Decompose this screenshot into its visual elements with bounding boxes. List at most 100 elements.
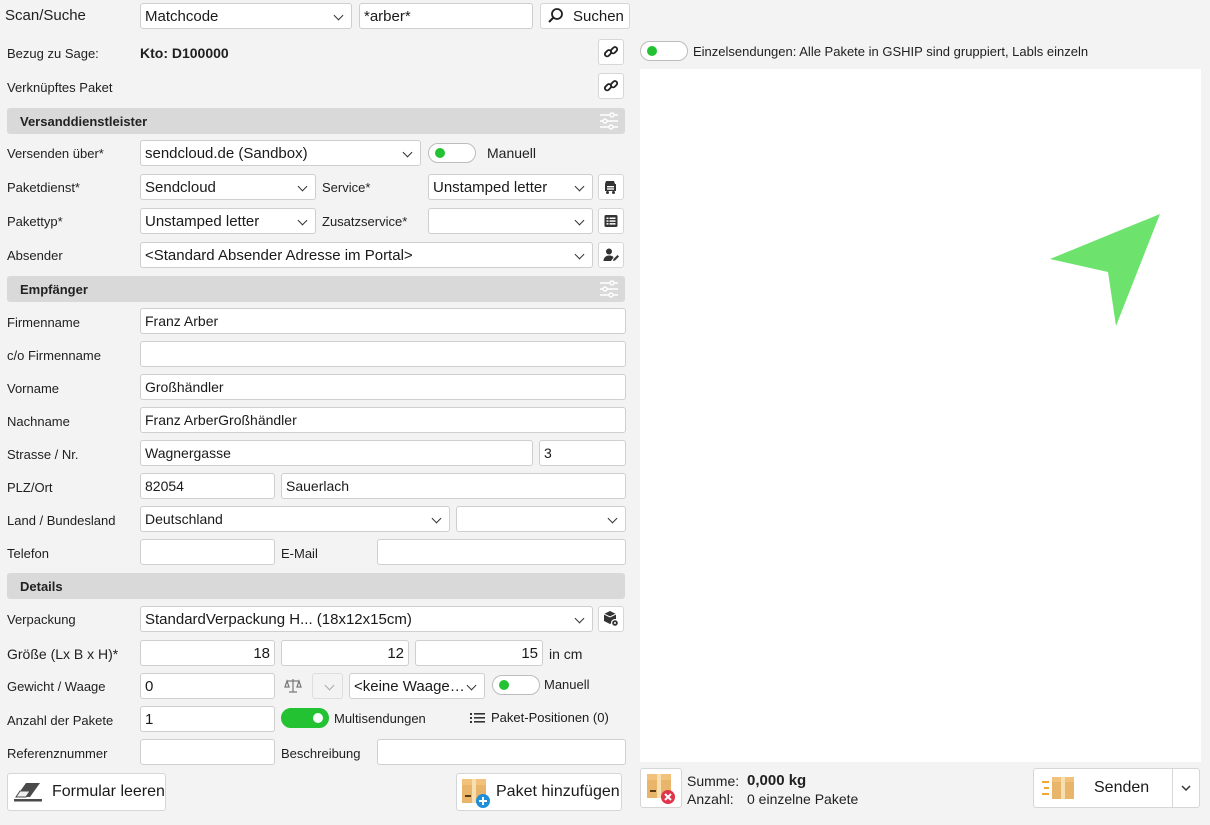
house-number-input[interactable]: 3 bbox=[539, 440, 626, 466]
truck-icon bbox=[605, 181, 616, 194]
carrier-section-header: Versanddienstleister bbox=[7, 108, 625, 134]
search-button-label: Suchen bbox=[573, 7, 624, 25]
add-package-label: Paket hinzufügen bbox=[496, 783, 620, 800]
add-package-button[interactable]: Paket hinzufügen bbox=[456, 773, 622, 811]
details-section-title: Details bbox=[20, 578, 63, 594]
link-icon bbox=[603, 80, 619, 92]
country-select[interactable]: Deutschland bbox=[140, 506, 450, 532]
carrier-section-title: Versanddienstleister bbox=[20, 113, 148, 129]
send-options-dropdown[interactable] bbox=[1172, 768, 1200, 808]
packaging-select[interactable]: StandardVerpackung H... (18x12x15cm) bbox=[140, 606, 593, 632]
sliders-icon[interactable] bbox=[599, 280, 619, 298]
sliders-icon[interactable] bbox=[599, 112, 619, 130]
company-input[interactable]: Franz Arber bbox=[140, 308, 626, 334]
manual-carrier-toggle[interactable] bbox=[428, 143, 476, 163]
package-positions-label: Paket-Positionen (0) bbox=[491, 710, 609, 725]
co-company-label: c/o Firmenname bbox=[7, 348, 101, 363]
single-shipments-label: Einzelsendungen: Alle Pakete in GSHIP si… bbox=[693, 44, 1089, 59]
send-button[interactable]: Senden bbox=[1033, 768, 1173, 808]
length-input[interactable]: 18 bbox=[140, 640, 275, 666]
count-label: Anzahl: bbox=[687, 791, 734, 807]
search-input[interactable]: *arber* bbox=[359, 3, 533, 29]
service-options-button[interactable] bbox=[598, 174, 624, 200]
sum-label: Summe: bbox=[687, 773, 740, 789]
phone-input[interactable] bbox=[140, 539, 275, 565]
reference-label: Referenznummer bbox=[7, 746, 108, 761]
scale-select[interactable]: <keine Waage… bbox=[349, 673, 485, 699]
list-icon bbox=[470, 712, 485, 723]
description-label: Beschreibung bbox=[281, 746, 361, 761]
reference-input[interactable] bbox=[140, 739, 275, 765]
remove-package-button[interactable] bbox=[640, 768, 682, 808]
zip-city-label: PLZ/Ort bbox=[7, 480, 53, 495]
description-input[interactable] bbox=[377, 739, 626, 765]
chevron-down-icon bbox=[1181, 785, 1191, 792]
package-type-label: Pakettyp* bbox=[7, 214, 63, 229]
sum-value: 0,000 kg bbox=[747, 772, 807, 789]
service-provider-label: Paketdienst* bbox=[7, 180, 80, 195]
scale-dropdown-button[interactable] bbox=[312, 673, 343, 699]
package-positions-link[interactable]: Paket-Positionen (0) bbox=[470, 710, 609, 725]
package-type-select[interactable]: Unstamped letter bbox=[140, 208, 316, 234]
service-select[interactable]: Unstamped letter bbox=[428, 174, 593, 200]
sage-reference-label: Bezug zu Sage: bbox=[7, 46, 99, 61]
city-input[interactable]: Sauerlach bbox=[281, 473, 626, 499]
package-list-panel bbox=[640, 69, 1201, 762]
service-provider-select[interactable]: Sendcloud bbox=[140, 174, 316, 200]
manual-carrier-label: Manuell bbox=[487, 145, 537, 161]
sender-select[interactable]: <Standard Absender Adresse im Portal> bbox=[140, 242, 593, 268]
state-select[interactable] bbox=[456, 506, 626, 532]
size-unit-label: in cm bbox=[549, 646, 583, 662]
lastname-label: Nachname bbox=[7, 414, 70, 429]
linked-package-label: Verknüpftes Paket bbox=[7, 80, 113, 95]
linked-package-link-button[interactable] bbox=[598, 73, 624, 99]
weight-label: Gewicht / Waage bbox=[7, 679, 106, 694]
manual-weight-toggle[interactable] bbox=[492, 675, 540, 695]
firstname-input[interactable]: Großhändler bbox=[140, 374, 626, 400]
height-input[interactable]: 15 bbox=[415, 640, 543, 666]
extra-service-list-button[interactable] bbox=[598, 208, 624, 234]
manual-weight-label: Manuell bbox=[544, 677, 590, 692]
list-table-icon bbox=[604, 215, 618, 227]
search-mode-select[interactable]: Matchcode bbox=[140, 3, 352, 29]
search-button[interactable]: Suchen bbox=[540, 3, 630, 29]
packaging-label: Verpackung bbox=[7, 612, 76, 627]
service-label: Service* bbox=[322, 180, 371, 195]
packaging-settings-button[interactable] bbox=[598, 606, 624, 632]
width-input[interactable]: 12 bbox=[281, 640, 409, 666]
email-input[interactable] bbox=[377, 539, 626, 565]
scan-search-label: Scan/Suche bbox=[5, 7, 86, 24]
multi-shipment-label: Multisendungen bbox=[334, 711, 426, 726]
zip-input[interactable]: 82054 bbox=[140, 473, 275, 499]
fast-shipping-icon bbox=[1042, 777, 1074, 799]
sender-edit-button[interactable] bbox=[598, 242, 624, 268]
box-gear-icon bbox=[603, 611, 619, 627]
navigation-arrow-icon bbox=[1050, 214, 1160, 326]
sage-reference-value: Kto: D100000 bbox=[140, 45, 229, 61]
search-icon bbox=[548, 8, 563, 23]
recipient-section-title: Empfänger bbox=[20, 281, 88, 297]
send-via-select[interactable]: sendcloud.de (Sandbox) bbox=[140, 140, 421, 166]
lastname-input[interactable]: Franz ArberGroßhändler bbox=[140, 407, 626, 433]
package-add-icon bbox=[462, 779, 490, 808]
details-section-header: Details bbox=[7, 573, 625, 599]
multi-shipment-toggle[interactable] bbox=[281, 708, 329, 728]
firstname-label: Vorname bbox=[7, 381, 60, 396]
size-label: Größe (Lx B x H)* bbox=[7, 646, 119, 662]
send-via-label: Versenden über* bbox=[7, 146, 104, 161]
extra-service-select[interactable] bbox=[428, 208, 593, 234]
clear-form-button[interactable]: Formular leeren bbox=[7, 773, 166, 811]
scale-icon[interactable] bbox=[284, 678, 302, 694]
street-input[interactable]: Wagnergasse bbox=[140, 440, 533, 466]
eraser-icon bbox=[14, 783, 42, 802]
package-count-input[interactable]: 1 bbox=[140, 706, 275, 732]
email-label: E-Mail bbox=[281, 546, 318, 561]
clear-form-label: Formular leeren bbox=[52, 783, 165, 800]
single-shipments-toggle[interactable] bbox=[640, 41, 688, 61]
user-edit-icon bbox=[603, 248, 619, 261]
package-count-label: Anzahl der Pakete bbox=[7, 713, 114, 728]
recipient-section-header: Empfänger bbox=[7, 276, 625, 302]
co-company-input[interactable] bbox=[140, 341, 626, 367]
weight-input[interactable]: 0 bbox=[140, 673, 275, 699]
sage-link-button[interactable] bbox=[598, 39, 624, 65]
